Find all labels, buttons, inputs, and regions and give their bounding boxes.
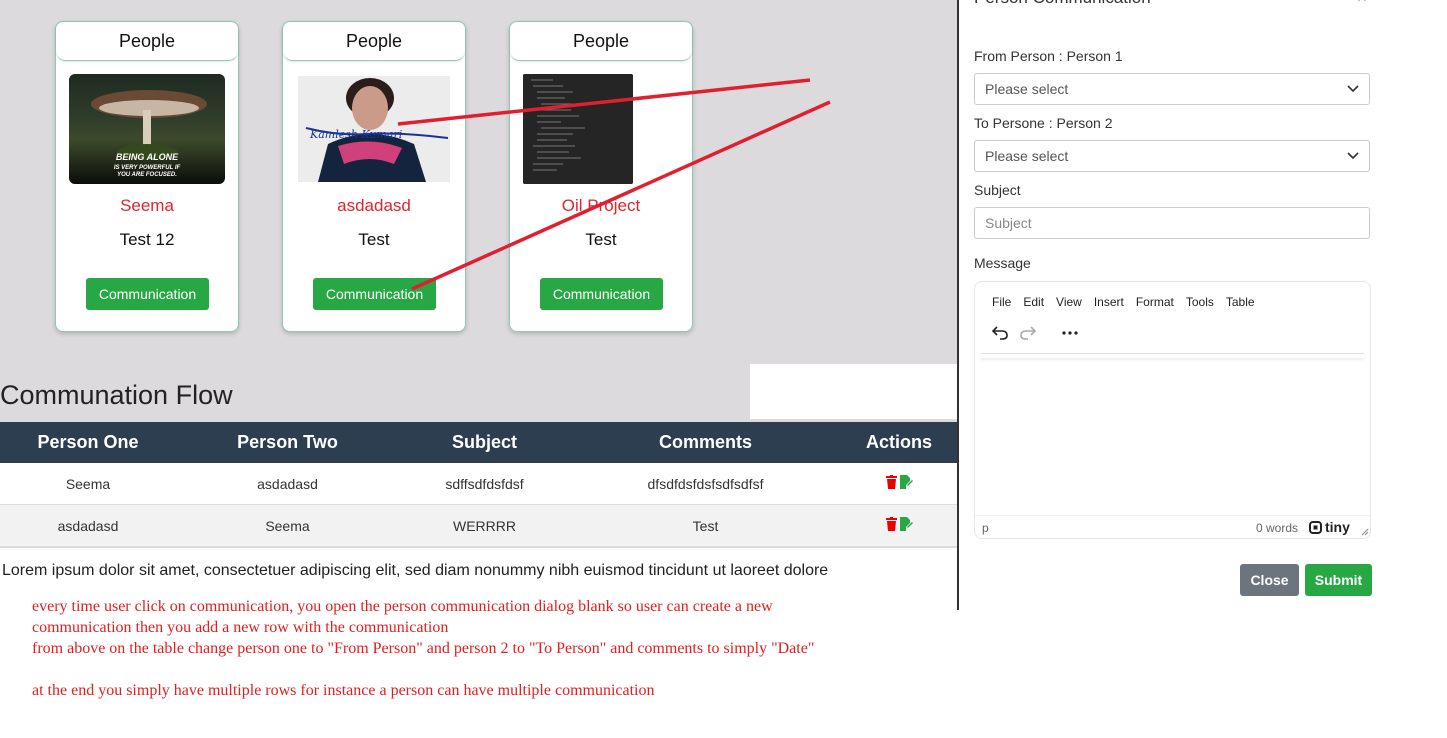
to-person-label: To Persone : Person 2 — [974, 115, 1113, 131]
annotation-line: from above on the table change person on… — [32, 640, 815, 657]
column-header: Person Two — [176, 422, 399, 463]
column-header: Person One — [0, 422, 176, 463]
editor-statusbar: p 0 words tiny — [975, 515, 1370, 540]
word-count: 0 words — [1256, 521, 1299, 535]
message-editor[interactable]: File Edit View Insert Format Tools Table… — [974, 281, 1371, 539]
chevron-down-icon — [1347, 85, 1359, 93]
card-description: Test 12 — [119, 230, 175, 249]
svg-text:Kamlesh Kumari: Kamlesh Kumari — [309, 128, 402, 141]
from-person-select[interactable]: Please select — [974, 73, 1370, 105]
annotation-notes: every time user click on communication, … — [32, 596, 872, 701]
resize-handle-icon[interactable] — [1361, 528, 1369, 536]
cell-person-two: asdadasd — [176, 463, 399, 505]
element-path: p — [982, 521, 989, 535]
edit-icon[interactable] — [899, 475, 913, 489]
cell-person-one: Seema — [0, 463, 176, 505]
annotation-line: every time user click on communication, … — [32, 598, 773, 636]
tiny-icon — [1309, 520, 1322, 534]
editor-toolbar — [992, 326, 1078, 340]
chevron-down-icon — [1347, 152, 1359, 160]
column-header: Comments — [570, 422, 841, 463]
person-communication-dialog: Person Communication × From Person : Per… — [957, 0, 1384, 610]
project-screenshot — [523, 74, 633, 184]
card-header: People — [283, 22, 465, 61]
cell-subject: sdffsdfdsfdsf — [399, 463, 570, 505]
close-icon[interactable]: × — [1357, 0, 1367, 8]
card-header: People — [56, 22, 238, 61]
svg-text:IS VERY POWERFUL IF: IS VERY POWERFUL IF — [114, 165, 181, 171]
submit-button[interactable]: Submit — [1305, 564, 1372, 596]
message-label: Message — [974, 255, 1031, 271]
edit-icon[interactable] — [899, 517, 913, 531]
communication-button[interactable]: Communication — [540, 278, 663, 310]
annotation-line: at the end you simply have multiple rows… — [32, 682, 655, 699]
column-header: Actions — [841, 422, 957, 463]
cell-actions — [841, 504, 957, 546]
cell-comments: Test — [570, 504, 841, 546]
tiny-brand: tiny — [1325, 519, 1350, 535]
table-header-row: Person One Person Two Subject Comments A… — [0, 422, 957, 463]
person-photo: BEING ALONE IS VERY POWERFUL IF YOU ARE … — [69, 74, 225, 184]
card-description: Test — [585, 230, 617, 249]
communication-button[interactable]: Communication — [313, 278, 436, 310]
cell-subject: WERRRR — [399, 504, 570, 546]
menu-edit[interactable]: Edit — [1023, 295, 1044, 309]
table-row: Seema asdadasd sdffsdfdsfdsf dfsdfdsfdsf… — [0, 463, 957, 505]
from-person-label: From Person : Person 1 — [974, 48, 1123, 64]
close-button[interactable]: Close — [1240, 564, 1299, 596]
dialog-title: Person Communication — [974, 0, 1151, 8]
card-name: asdadasd — [337, 196, 411, 215]
menu-view[interactable]: View — [1056, 295, 1082, 309]
delete-icon[interactable] — [885, 475, 897, 489]
cell-comments: dfsdfdsfdsfsdfsdfsf — [570, 463, 841, 505]
communication-table: Person One Person Two Subject Comments A… — [0, 422, 957, 546]
cell-person-two: Seema — [176, 504, 399, 546]
menu-tools[interactable]: Tools — [1186, 295, 1214, 309]
tiny-logo[interactable]: tiny — [1309, 519, 1350, 535]
menu-file[interactable]: File — [992, 295, 1011, 309]
card-header: People — [510, 22, 692, 61]
table-row: asdadasd Seema WERRRR Test — [0, 504, 957, 546]
undo-icon[interactable] — [992, 326, 1008, 340]
editor-menubar: File Edit View Insert Format Tools Table — [992, 295, 1267, 309]
toolbar-divider — [981, 353, 1364, 358]
cell-actions — [841, 463, 957, 505]
menu-table[interactable]: Table — [1226, 295, 1255, 309]
from-person-value: Please select — [985, 81, 1069, 97]
menu-insert[interactable]: Insert — [1094, 295, 1124, 309]
to-person-value: Please select — [985, 148, 1069, 164]
section-title: Communation Flow — [0, 380, 233, 410]
card-name: Oil Project — [561, 196, 641, 215]
delete-icon[interactable] — [885, 517, 897, 531]
to-person-select[interactable]: Please select — [974, 140, 1370, 172]
person-card: People Kamlesh Kumari asdadasd Test Comm… — [282, 21, 466, 332]
menu-format[interactable]: Format — [1136, 295, 1174, 309]
communication-button[interactable]: Communication — [86, 278, 209, 310]
cell-person-one: asdadasd — [0, 504, 176, 546]
column-header: Subject — [399, 422, 570, 463]
person-card: People Oil Project Test Communication — [509, 21, 693, 332]
photo-caption: BEING ALONE — [116, 152, 179, 162]
blank-area — [750, 364, 957, 419]
subject-input[interactable] — [974, 207, 1370, 239]
lorem-text: Lorem ipsum dolor sit amet, consectetuer… — [2, 562, 829, 579]
redo-icon[interactable] — [1020, 326, 1036, 340]
card-name: Seema — [120, 196, 174, 215]
more-icon[interactable] — [1062, 331, 1078, 335]
card-description: Test — [358, 230, 390, 249]
subject-label: Subject — [974, 182, 1021, 198]
person-photo: Kamlesh Kumari — [298, 76, 450, 182]
person-card: People BEING ALONE IS VERY POWERFUL IF Y… — [55, 21, 239, 332]
svg-text:YOU ARE FOCUSED.: YOU ARE FOCUSED. — [117, 172, 177, 178]
